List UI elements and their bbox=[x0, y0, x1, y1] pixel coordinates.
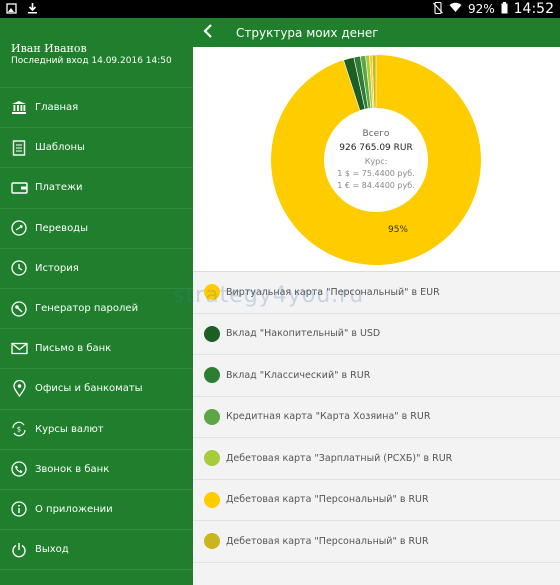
location-pin-icon bbox=[10, 380, 28, 398]
list-item[interactable]: Дебетовая карта "Персональный" в RUR bbox=[193, 480, 560, 521]
account-label: Дебетовая карта "Персональный" в RUR bbox=[226, 535, 429, 547]
menu-item-letter-to-bank[interactable]: Письмо в банк bbox=[0, 329, 193, 370]
menu-item-templates[interactable]: Шаблоны bbox=[0, 128, 193, 169]
color-dot bbox=[204, 533, 220, 550]
menu-item-label: Платежи bbox=[35, 182, 83, 194]
menu-item-label: Звонок в банк bbox=[35, 463, 110, 475]
menu-item-label: Шаблоны bbox=[35, 142, 85, 154]
color-dot bbox=[204, 367, 220, 384]
info-icon bbox=[10, 500, 28, 518]
page-title: Структура моих денег bbox=[236, 25, 379, 40]
clock-icon bbox=[10, 259, 28, 277]
color-dot bbox=[204, 408, 220, 425]
transfer-icon bbox=[10, 219, 28, 237]
rate-label: Курс: bbox=[365, 157, 388, 166]
back-arrow-icon bbox=[203, 23, 213, 42]
donut-chart: Всего 926 765.09 RUR Курс: 1 $ = 75.4400… bbox=[271, 54, 481, 265]
menu-item-label: Главная bbox=[35, 102, 79, 114]
menu-item-logout[interactable]: Выход bbox=[0, 530, 193, 571]
menu-item-label: Переводы bbox=[35, 222, 88, 234]
menu-item-label: Генератор паролей bbox=[35, 303, 139, 315]
menu-item-call-bank[interactable]: Звонок в банк bbox=[0, 450, 193, 490]
silent-mode-icon bbox=[433, 1, 443, 17]
wallet-icon bbox=[10, 179, 28, 197]
app-bar: Структура моих денег bbox=[193, 18, 560, 47]
list-item[interactable]: Дебетовая карта "Персональный" в RUR bbox=[193, 521, 560, 563]
menu-item-transfers[interactable]: Переводы bbox=[0, 209, 193, 249]
envelope-icon bbox=[10, 340, 28, 358]
color-dot bbox=[204, 325, 220, 342]
menu-item-label: История bbox=[35, 262, 79, 274]
power-icon bbox=[10, 541, 28, 559]
total-label: Всего bbox=[363, 129, 390, 139]
svg-text:$: $ bbox=[17, 426, 21, 434]
menu-item-about[interactable]: О приложении bbox=[0, 490, 193, 531]
accounts-list: Виртуальная карта "Персональный" в EUR В… bbox=[193, 272, 560, 585]
eur-rate: 1 € = 84.4400 руб. bbox=[337, 181, 414, 190]
menu-item-home[interactable]: Главная bbox=[0, 88, 193, 129]
account-label: Вклад "Классический" в RUR bbox=[226, 369, 371, 381]
download-icon bbox=[27, 2, 38, 17]
currency-exchange-icon: $ bbox=[10, 420, 28, 438]
bank-icon bbox=[10, 99, 28, 117]
list-item[interactable]: Вклад "Накопительный" в USD bbox=[193, 314, 560, 355]
user-name: Иван Иванов bbox=[11, 42, 87, 55]
account-label: Дебетовая карта "Зарплатный (РСХБ)" в RU… bbox=[226, 452, 453, 464]
drawer-header: Иван Иванов Последний вход 14.09.2016 14… bbox=[0, 18, 193, 88]
menu-item-label: Письмо в банк bbox=[35, 343, 112, 355]
list-item[interactable]: Кредитная карта "Карта Хозяина" в RUR bbox=[193, 397, 560, 438]
account-label: Виртуальная карта "Персональный" в EUR bbox=[226, 286, 440, 298]
menu-item-label: О приложении bbox=[35, 503, 113, 515]
battery-percent: 92% bbox=[467, 2, 495, 16]
menu-item-label: Курсы валют bbox=[35, 423, 104, 435]
battery-icon bbox=[501, 1, 508, 17]
usd-rate: 1 $ = 75.4400 руб. bbox=[337, 169, 414, 178]
chart-area: Всего 926 765.09 RUR Курс: 1 $ = 75.4400… bbox=[193, 47, 560, 272]
menu-item-exchange-rates[interactable]: $ Курсы валют bbox=[0, 410, 193, 450]
color-dot bbox=[204, 284, 220, 301]
menu-item-label: Выход bbox=[35, 544, 69, 556]
menu-item-password-generator[interactable]: Генератор паролей bbox=[0, 289, 193, 330]
gallery-notification-icon bbox=[6, 2, 17, 17]
back-button[interactable] bbox=[193, 18, 223, 47]
menu-item-label: Офисы и банкоматы bbox=[35, 383, 143, 395]
account-label: Кредитная карта "Карта Хозяина" в RUR bbox=[226, 411, 431, 423]
phone-icon bbox=[10, 460, 28, 478]
list-item[interactable]: Виртуальная карта "Персональный" в EUR bbox=[193, 272, 560, 314]
menu-item-history[interactable]: История bbox=[0, 249, 193, 289]
key-icon bbox=[10, 300, 28, 318]
document-icon bbox=[10, 139, 28, 157]
clock-time: 14:52 bbox=[513, 1, 554, 17]
total-value: 926 765.09 RUR bbox=[339, 143, 413, 153]
list-item[interactable]: Дебетовая карта "Зарплатный (РСХБ)" в RU… bbox=[193, 438, 560, 480]
menu-item-offices-atms[interactable]: Офисы и банкоматы bbox=[0, 369, 193, 410]
account-label: Дебетовая карта "Персональный" в RUR bbox=[226, 494, 429, 506]
color-dot bbox=[204, 450, 220, 467]
list-item[interactable]: Вклад "Классический" в RUR bbox=[193, 355, 560, 397]
color-dot bbox=[204, 491, 220, 508]
slice-percent-label: 95% bbox=[388, 225, 408, 235]
last-login: Последний вход 14.09.2016 14:50 bbox=[11, 56, 172, 66]
account-label: Вклад "Накопительный" в USD bbox=[226, 328, 381, 340]
menu-item-payments[interactable]: Платежи bbox=[0, 168, 193, 209]
wifi-icon bbox=[449, 2, 462, 16]
navigation-drawer: Иван Иванов Последний вход 14.09.2016 14… bbox=[0, 18, 193, 585]
status-bar: 92% 14:52 bbox=[0, 0, 560, 18]
